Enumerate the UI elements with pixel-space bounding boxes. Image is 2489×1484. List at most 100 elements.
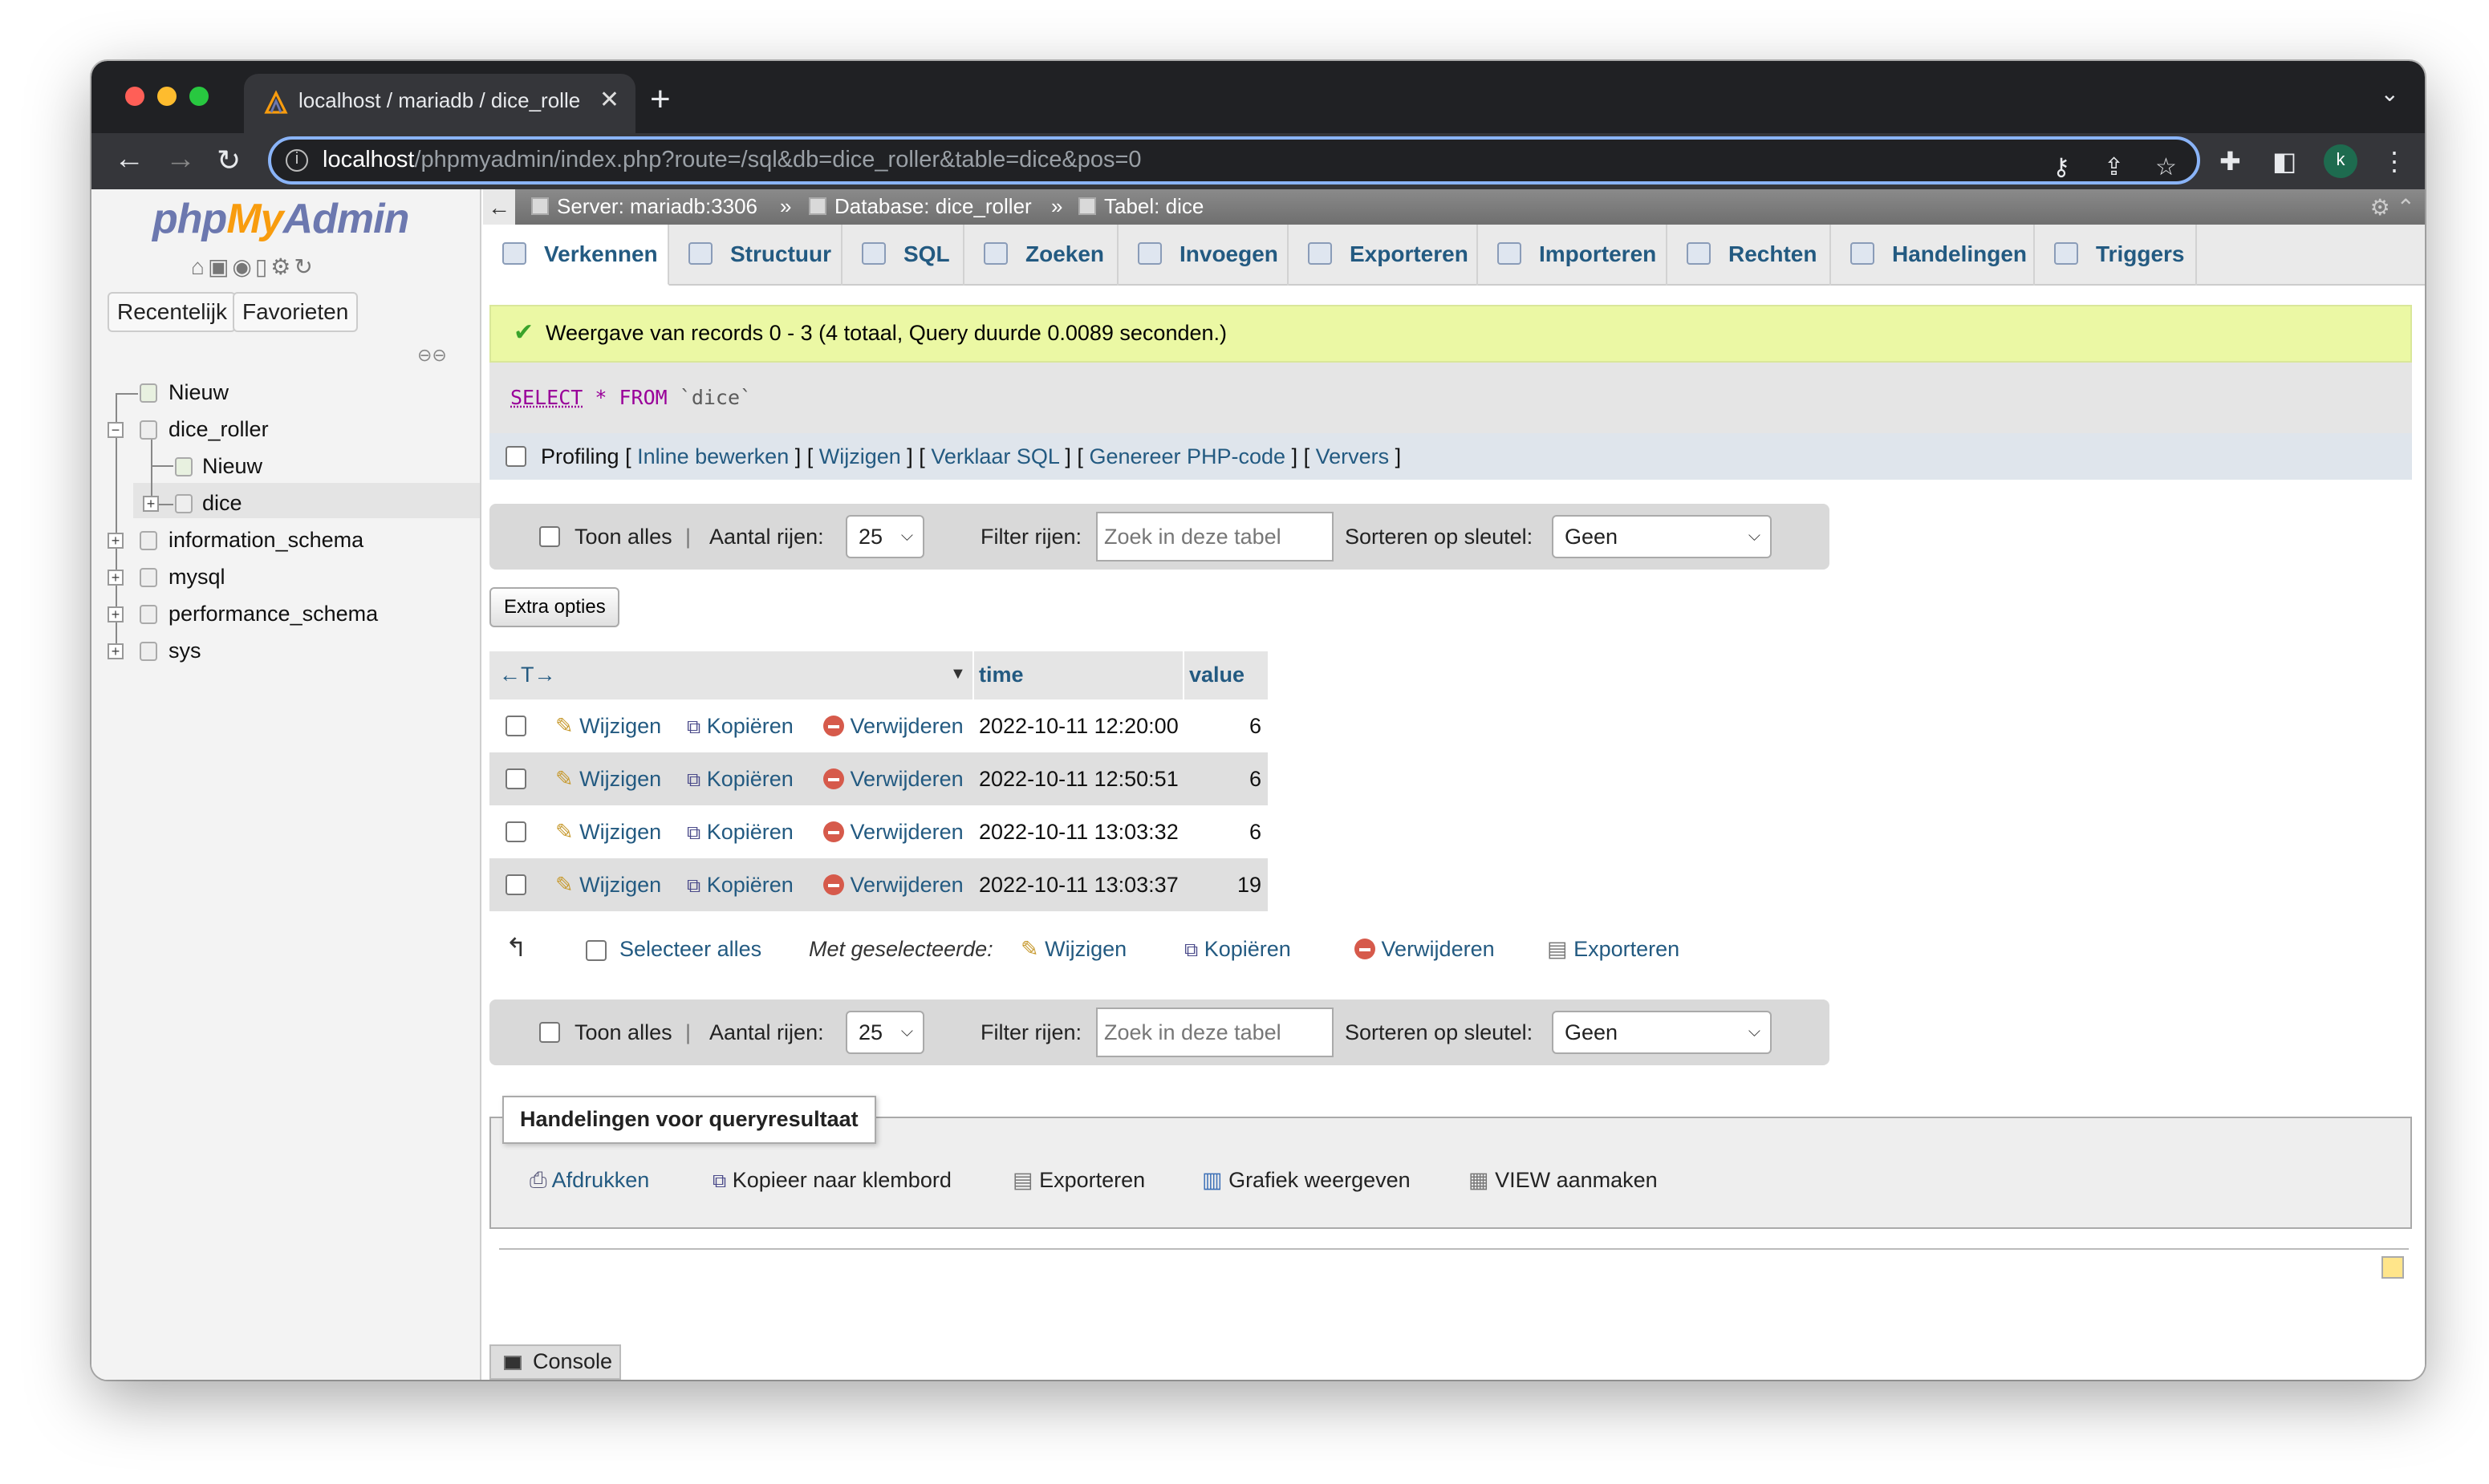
- browser-tab[interactable]: localhost / mariadb / dice_rolle ✕: [244, 74, 635, 133]
- show-all-checkbox[interactable]: [539, 999, 560, 1065]
- close-tab-icon[interactable]: ✕: [599, 74, 619, 128]
- cell-time[interactable]: 2022-10-11 12:50:51: [979, 752, 1179, 805]
- tab-rechten[interactable]: Rechten: [1667, 225, 1831, 286]
- phpmyadmin-logo[interactable]: phpMyAdmin: [152, 194, 409, 244]
- breadcrumb-database[interactable]: Database: dice_roller: [809, 189, 1032, 225]
- cell-value[interactable]: 19: [1237, 858, 1261, 911]
- expand-icon[interactable]: +: [108, 533, 124, 549]
- rows-per-page-select[interactable]: 25 ⌵: [846, 1011, 924, 1054]
- tree-item-new-table[interactable]: Nieuw: [202, 454, 262, 478]
- extra-options-button[interactable]: Extra opties: [489, 587, 620, 627]
- show-all-checkbox[interactable]: [539, 504, 560, 570]
- refresh-link[interactable]: Ververs: [1316, 444, 1390, 468]
- select-all-checkbox[interactable]: [586, 940, 607, 961]
- row-checkbox[interactable]: [506, 821, 526, 842]
- row-copy-link[interactable]: ⧉ Kopiëren: [687, 805, 794, 860]
- key-icon[interactable]: ⚷: [2053, 148, 2070, 189]
- recent-button[interactable]: Recentelijk: [108, 292, 237, 332]
- column-header-time[interactable]: time: [979, 651, 1024, 699]
- bookmark-star-icon[interactable]: ☆: [2155, 148, 2177, 189]
- column-header-value[interactable]: value: [1189, 651, 1244, 699]
- tree-item-mysql[interactable]: mysql: [169, 565, 225, 589]
- bulk-delete-button[interactable]: Verwijderen: [1354, 934, 1495, 966]
- sort-by-key-select[interactable]: Geen ⌵: [1552, 1011, 1772, 1054]
- collapse-icon[interactable]: −: [108, 422, 124, 438]
- inline-edit-link[interactable]: Inline bewerken: [637, 444, 789, 468]
- console-toggle[interactable]: Console: [489, 1344, 621, 1380]
- tree-item-performance-schema[interactable]: performance_schema: [169, 602, 378, 626]
- cell-time[interactable]: 2022-10-11 12:20:00: [979, 699, 1179, 752]
- create-view-link[interactable]: ▦ VIEW aanmaken: [1468, 1168, 1658, 1194]
- copy-to-clipboard-link[interactable]: ⧉ Kopieer naar klembord: [713, 1168, 952, 1194]
- forward-icon[interactable]: →: [165, 140, 196, 181]
- close-window-button[interactable]: [125, 87, 144, 106]
- reload-icon[interactable]: ↻: [217, 140, 241, 181]
- tab-handelingen[interactable]: Handelingen: [1831, 225, 2035, 286]
- row-checkbox[interactable]: [506, 716, 526, 736]
- maximize-window-button[interactable]: [189, 87, 209, 106]
- tab-exporteren[interactable]: Exporteren: [1289, 225, 1478, 286]
- tab-triggers[interactable]: Triggers: [2035, 225, 2197, 286]
- tree-item-information-schema[interactable]: information_schema: [169, 528, 363, 552]
- share-icon[interactable]: ⇪: [2104, 148, 2124, 189]
- reload-nav-icon[interactable]: ↻: [294, 253, 315, 279]
- profiling-checkbox[interactable]: [506, 446, 526, 467]
- address-bar[interactable]: i localhost/phpmyadmin/index.php?route=/…: [268, 136, 2200, 184]
- filter-rows-input[interactable]: Zoek in deze tabel: [1096, 512, 1334, 562]
- cell-value[interactable]: 6: [1249, 752, 1261, 805]
- tab-importeren[interactable]: Importeren: [1478, 225, 1667, 286]
- cell-value[interactable]: 6: [1249, 699, 1261, 752]
- tab-verkennen[interactable]: Verkennen: [483, 225, 669, 286]
- column-arrows-icon[interactable]: ←T→: [499, 651, 556, 699]
- row-copy-link[interactable]: ⧉ Kopiëren: [687, 699, 794, 754]
- favorites-button[interactable]: Favorieten: [233, 292, 359, 332]
- settings-icon[interactable]: ⚙: [270, 253, 294, 279]
- logout-icon[interactable]: ▣: [208, 253, 232, 279]
- cell-time[interactable]: 2022-10-11 13:03:32: [979, 805, 1179, 858]
- link-with-main-icon[interactable]: ⊖⊖: [417, 345, 447, 366]
- tree-item-dice-roller[interactable]: dice_roller: [169, 417, 269, 441]
- row-edit-link[interactable]: ✎ Wijzigen: [555, 805, 661, 858]
- tree-item-dice[interactable]: dice: [202, 491, 242, 515]
- print-link[interactable]: ⎙ Afdrukken: [530, 1168, 649, 1194]
- row-checkbox[interactable]: [506, 768, 526, 789]
- back-icon[interactable]: ←: [114, 140, 144, 181]
- minimize-window-button[interactable]: [157, 87, 177, 106]
- display-chart-link[interactable]: ▥ Grafiek weergeven: [1202, 1168, 1411, 1194]
- new-tab-icon[interactable]: +: [650, 75, 671, 124]
- browser-menu-icon[interactable]: ⋮: [2381, 146, 2407, 178]
- site-info-icon[interactable]: i: [286, 149, 308, 172]
- select-all-label[interactable]: Selecteer alles: [619, 934, 761, 966]
- cell-time[interactable]: 2022-10-11 13:03:37: [979, 858, 1179, 911]
- tree-item-new[interactable]: Nieuw: [169, 380, 229, 404]
- tab-search-chevron-icon[interactable]: ⌄: [2381, 80, 2399, 107]
- breadcrumb-table[interactable]: Tabel: dice: [1078, 189, 1204, 225]
- row-delete-link[interactable]: Verwijderen: [823, 699, 964, 752]
- sort-by-key-select[interactable]: Geen ⌵: [1552, 515, 1772, 558]
- extensions-icon[interactable]: ✚: [2219, 146, 2241, 178]
- expand-icon[interactable]: +: [108, 643, 124, 659]
- side-panel-icon[interactable]: ◧: [2272, 146, 2296, 178]
- page-settings-icon[interactable]: ⚙ ⌃: [2370, 189, 2415, 225]
- expand-icon[interactable]: +: [143, 496, 159, 512]
- create-php-code-link[interactable]: Genereer PHP-code: [1089, 444, 1285, 468]
- profile-avatar[interactable]: k: [2324, 144, 2357, 178]
- row-delete-link[interactable]: Verwijderen: [823, 805, 964, 858]
- tab-sql[interactable]: SQL: [843, 225, 964, 286]
- tab-invoegen[interactable]: Invoegen: [1119, 225, 1289, 286]
- edit-query-link[interactable]: Wijzigen: [819, 444, 901, 468]
- row-delete-link[interactable]: Verwijderen: [823, 858, 964, 911]
- bulk-edit-button[interactable]: ✎ Wijzigen: [1021, 934, 1127, 966]
- cell-value[interactable]: 6: [1249, 805, 1261, 858]
- row-edit-link[interactable]: ✎ Wijzigen: [555, 858, 661, 911]
- tree-item-sys[interactable]: sys: [169, 639, 201, 663]
- row-edit-link[interactable]: ✎ Wijzigen: [555, 752, 661, 805]
- collapse-nav-icon[interactable]: ←: [483, 189, 515, 225]
- sort-triangle-icon[interactable]: ▼: [950, 651, 966, 699]
- help-icon[interactable]: ◉: [232, 253, 254, 279]
- export-link[interactable]: ▤ Exporteren: [1013, 1168, 1145, 1194]
- sticky-note-icon[interactable]: [2381, 1256, 2404, 1279]
- breadcrumb-server[interactable]: Server: mariadb:3306: [531, 189, 757, 225]
- expand-icon[interactable]: +: [108, 570, 124, 586]
- row-delete-link[interactable]: Verwijderen: [823, 752, 964, 805]
